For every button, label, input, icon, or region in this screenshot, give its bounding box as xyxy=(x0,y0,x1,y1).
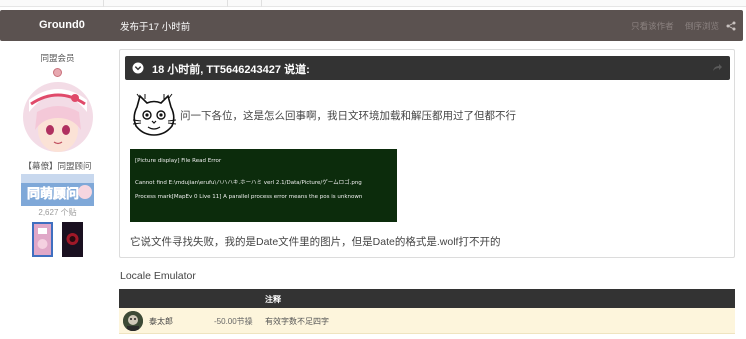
post-content: 18 小时前, TT5646243427 说道: 问一下各位，这是怎么回事啊，我… xyxy=(119,49,735,258)
forum-post-page: Ground0 发布于17 小时前 只看该作者 倒序浏览 同盟会员 【幕僚】同盟… xyxy=(0,0,746,339)
only-author-link[interactable]: 只看该作者 xyxy=(631,21,674,31)
medal-icon[interactable] xyxy=(62,222,83,257)
top-toolbar-strip xyxy=(0,0,746,7)
rating-table: 注释 泰太郎 -50.00节操 有效字数不足四字 xyxy=(119,289,735,334)
author-name-link[interactable]: Ground0 xyxy=(39,19,85,31)
rating-score: -50.00节操 xyxy=(214,317,253,326)
collapse-icon[interactable] xyxy=(132,62,144,74)
share-icon[interactable] xyxy=(726,21,736,31)
post-count: 2,627 个贴 xyxy=(38,208,77,217)
rating-note-header: 注释 xyxy=(265,295,281,304)
cat-emoticon-image xyxy=(132,93,177,136)
rank-banner-image: 同萌顾问 xyxy=(21,174,94,206)
signature: Locale Emulator xyxy=(120,270,196,282)
author-panel: 同盟会员 【幕僚】同盟顾问 同萌顾问 2,627 个贴 xyxy=(15,52,100,257)
quote-header: 18 小时前, TT5646243427 说道: xyxy=(125,56,730,80)
rater-avatar[interactable] xyxy=(123,311,143,331)
question-text: 问一下各位，这是怎么回事啊，我日文环境加载和解压都用过了但都不行 xyxy=(180,110,516,122)
reverse-order-link[interactable]: 倒序浏览 xyxy=(685,21,719,31)
post-header: Ground0 发布于17 小时前 只看该作者 倒序浏览 xyxy=(0,10,743,41)
user-group-label: 同盟会员 xyxy=(40,53,75,63)
user-avatar[interactable] xyxy=(22,82,93,152)
quote-link-icon[interactable] xyxy=(711,62,723,74)
rating-row: 泰太郎 -50.00节操 有效字数不足四字 xyxy=(119,308,735,334)
error-line: Cannot find E:\mdujian\erufu\ハハハキ.ホーハミ v… xyxy=(135,180,362,186)
medal-list xyxy=(15,222,100,257)
error-line: [Picture display] File Read Error xyxy=(135,158,222,164)
post-time: 发布于17 小时前 xyxy=(120,22,191,33)
rank-banner-text: 同萌顾问 xyxy=(27,186,79,202)
error-screenshot[interactable]: [Picture display] File Read Error Cannot… xyxy=(130,149,397,222)
rank-title: 【幕僚】同盟顾问 xyxy=(23,161,92,171)
group-badge-icon xyxy=(53,68,62,77)
rating-note: 有效字数不足四字 xyxy=(265,317,329,326)
rater-name-link[interactable]: 泰太郎 xyxy=(149,316,173,327)
quote-title: 18 小时前, TT5646243427 说道: xyxy=(152,64,310,76)
rating-header: 注释 xyxy=(119,289,735,308)
medal-icon[interactable] xyxy=(32,222,53,257)
error-line: Process mark[MapEv 0 Live 11] A parallel… xyxy=(135,194,363,200)
description-text: 它说文件寻找失败，我的是Date文件里的图片，但是Date的格式是.wolf打不… xyxy=(130,236,501,248)
header-links: 只看该作者 倒序浏览 xyxy=(622,20,719,32)
